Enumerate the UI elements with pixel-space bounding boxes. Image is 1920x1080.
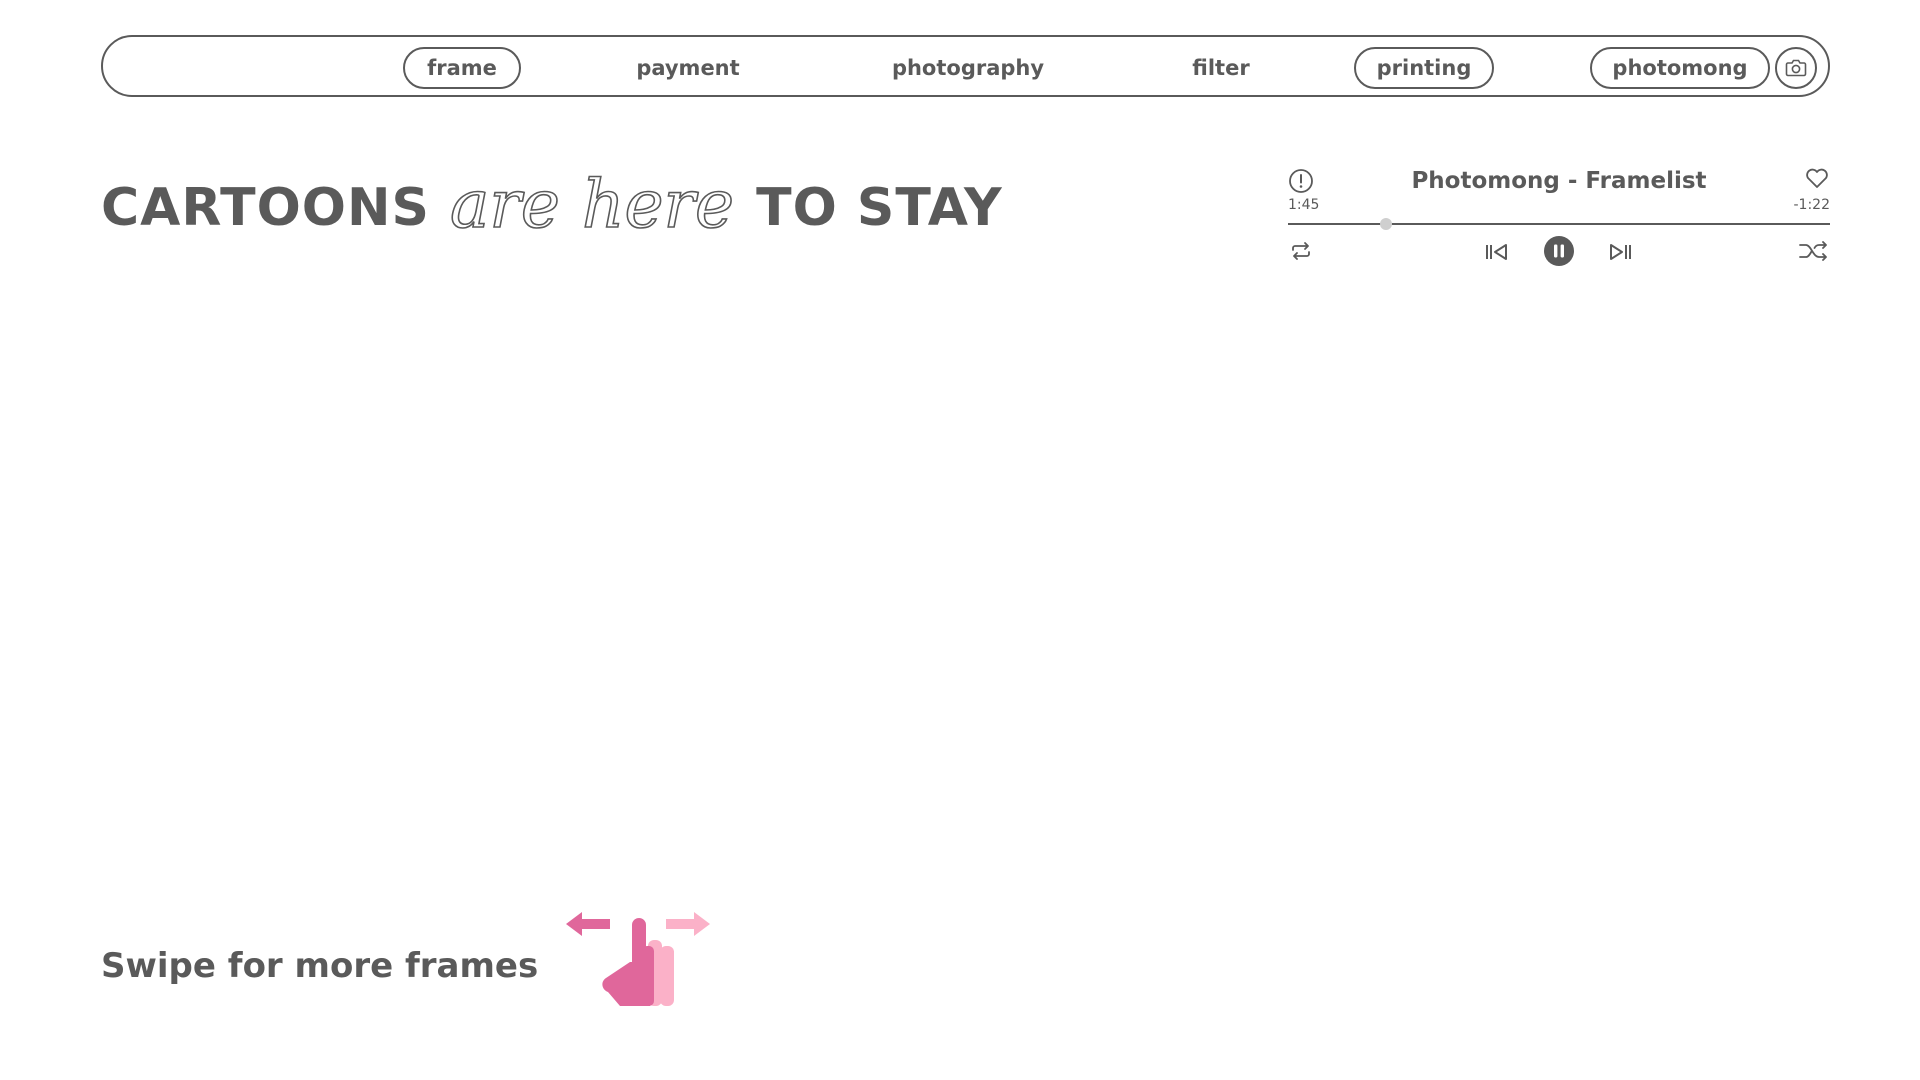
- headline-script-here: here: [581, 165, 735, 244]
- music-player: Photomong - Framelist 1:45 -1:22: [1288, 163, 1830, 273]
- nav-item-photomong[interactable]: photomong: [1590, 47, 1770, 89]
- info-button[interactable]: [1288, 168, 1314, 194]
- track-title: Photomong - Framelist: [1411, 168, 1707, 194]
- top-nav-bar: frame payment photography filter printin…: [101, 35, 1830, 97]
- camera-icon: [1785, 59, 1807, 77]
- repeat-icon: [1292, 242, 1310, 260]
- headline-cartoons: CARTOONS: [101, 178, 430, 238]
- page-headline: CARTOONS are here TO STAY: [101, 158, 1003, 258]
- info-icon: [1289, 169, 1313, 193]
- swipe-hint-text: Swipe for more frames: [101, 946, 539, 986]
- next-button[interactable]: [1606, 238, 1634, 266]
- camera-button[interactable]: [1775, 47, 1817, 89]
- pause-icon: [1544, 236, 1574, 266]
- pause-button[interactable]: [1543, 235, 1575, 267]
- shuffle-button[interactable]: [1798, 238, 1830, 264]
- nav-item-photography[interactable]: photography: [868, 47, 1068, 89]
- headline-script-are: are: [449, 165, 561, 244]
- remaining-time: -1:22: [1793, 197, 1831, 213]
- skip-next-icon: [1610, 244, 1631, 260]
- nav-item-printing[interactable]: printing: [1354, 47, 1494, 89]
- heart-icon: [1806, 168, 1828, 188]
- nav-item-frame[interactable]: frame: [403, 47, 521, 89]
- nav-item-payment[interactable]: payment: [623, 47, 753, 89]
- headline-to-stay: TO STAY: [756, 178, 1003, 238]
- like-button[interactable]: [1804, 165, 1830, 191]
- progress-track[interactable]: [1288, 218, 1830, 230]
- previous-button[interactable]: [1483, 238, 1511, 266]
- skip-previous-icon: [1486, 244, 1507, 260]
- repeat-button[interactable]: [1288, 238, 1314, 264]
- elapsed-time: 1:45: [1288, 197, 1320, 213]
- nav-item-filter[interactable]: filter: [1171, 47, 1271, 89]
- swipe-hand-icon: [564, 906, 712, 1006]
- progress-knob[interactable]: [1379, 218, 1392, 230]
- shuffle-icon: [1799, 241, 1827, 261]
